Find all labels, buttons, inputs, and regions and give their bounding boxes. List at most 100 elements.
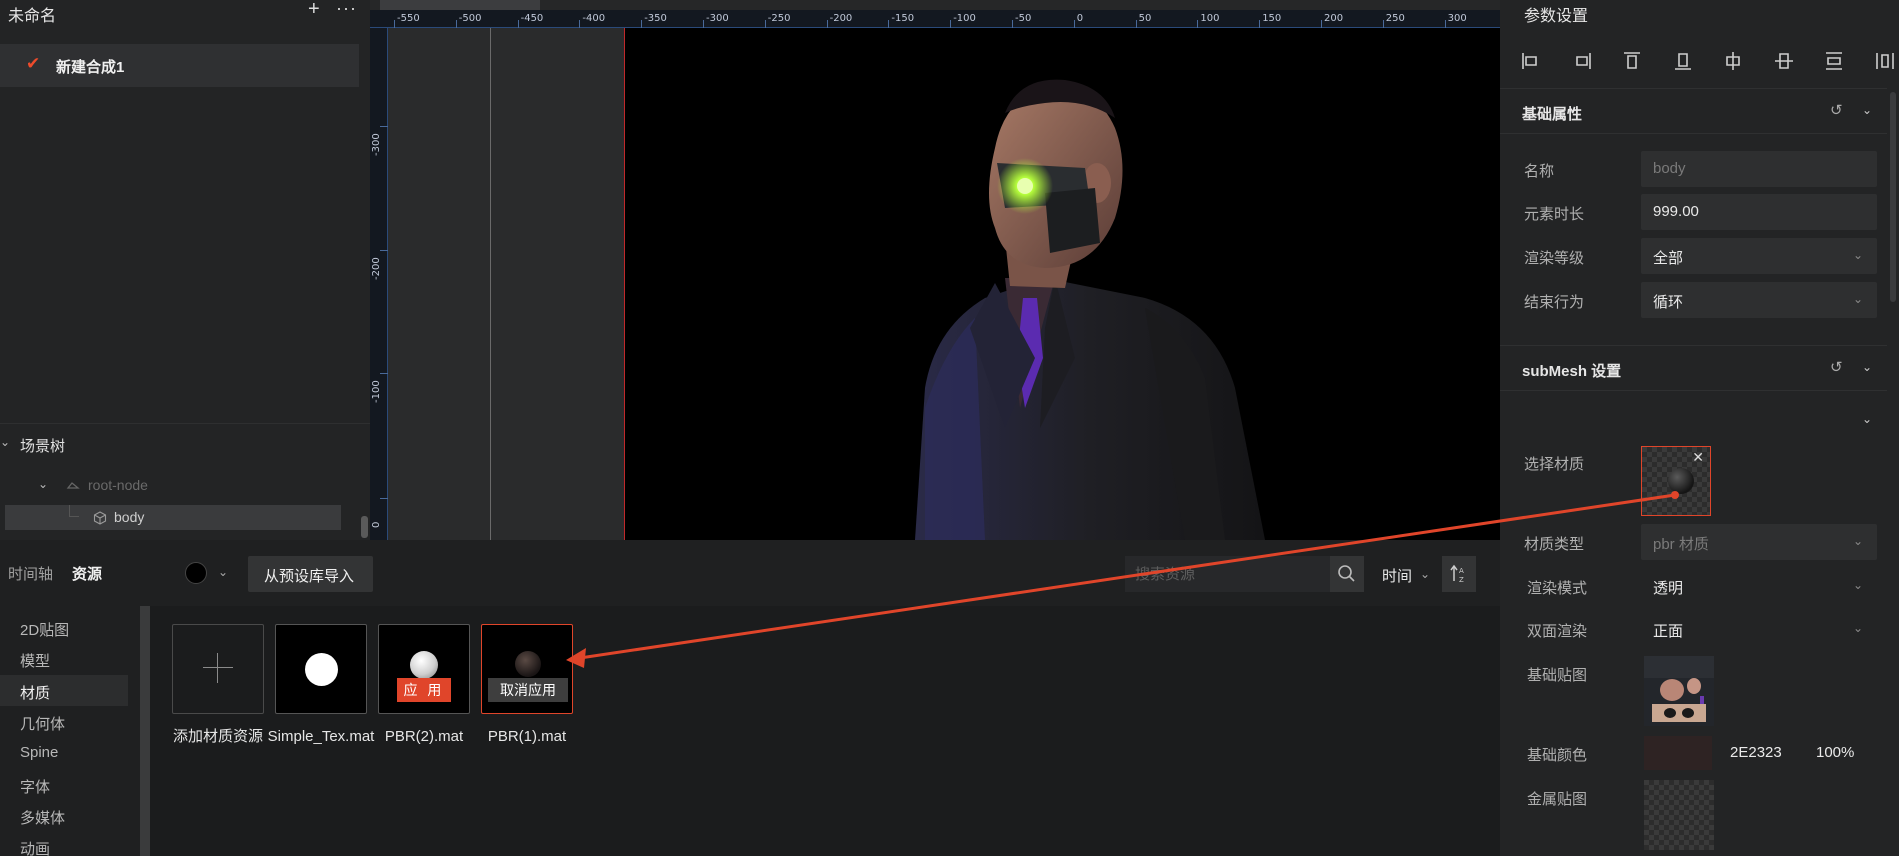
asset-thumbnail[interactable] bbox=[172, 624, 264, 714]
chevron-down-icon[interactable]: ⌄ bbox=[1862, 103, 1872, 117]
category-item[interactable]: 字体 bbox=[0, 769, 128, 800]
base-color-opacity[interactable]: 100% bbox=[1816, 744, 1854, 761]
chevron-down-icon[interactable]: ⌄ bbox=[0, 435, 10, 449]
chevron-down-icon[interactable]: ⌄ bbox=[218, 565, 228, 579]
chevron-down-icon[interactable]: ⌄ bbox=[38, 477, 48, 491]
base-color-label: 基础颜色 bbox=[1527, 747, 1588, 764]
basic-properties-header[interactable]: 基础属性 ↺ ⌄ bbox=[1500, 88, 1887, 134]
import-preset-button[interactable]: 从预设库导入 bbox=[248, 556, 373, 592]
asset-thumbnail[interactable]: 应 用 bbox=[378, 624, 470, 714]
align-bottom-icon[interactable] bbox=[1672, 50, 1694, 72]
base-color-hex[interactable]: 2E2323 bbox=[1730, 744, 1782, 761]
render-level-label: 渲染等级 bbox=[1524, 250, 1585, 267]
search-input[interactable] bbox=[1125, 556, 1330, 592]
material-sphere-icon bbox=[1668, 468, 1694, 494]
double-sided-value: 正面 bbox=[1653, 623, 1684, 640]
ruler-tick bbox=[1073, 20, 1075, 28]
asset-thumbnail[interactable]: 取消应用 bbox=[481, 624, 573, 714]
material-slot[interactable]: ✕ bbox=[1641, 446, 1711, 516]
reset-icon[interactable]: ↺ bbox=[1830, 358, 1843, 376]
category-item[interactable]: 多媒体 bbox=[0, 800, 128, 831]
distribute-horizontal-icon[interactable] bbox=[1874, 50, 1896, 72]
guide-line[interactable] bbox=[490, 28, 491, 540]
ruler-tick bbox=[1197, 20, 1199, 28]
category-label: 模型 bbox=[20, 653, 51, 671]
unapply-button[interactable]: 取消应用 bbox=[488, 678, 568, 702]
texture-image bbox=[1644, 656, 1714, 726]
add-composition-icon[interactable]: + bbox=[308, 0, 320, 21]
composition-label: 新建合成1 bbox=[56, 59, 125, 76]
chevron-down-icon[interactable]: ⌄ bbox=[1862, 360, 1872, 374]
scrollbar[interactable] bbox=[361, 516, 368, 538]
name-label: 名称 bbox=[1524, 163, 1555, 180]
render-level-select[interactable]: 全部 ⌄ bbox=[1641, 238, 1877, 274]
category-item[interactable]: 2D贴图 bbox=[0, 612, 128, 643]
category-label: 几何体 bbox=[20, 715, 66, 733]
reset-icon[interactable]: ↺ bbox=[1830, 101, 1843, 119]
name-placeholder: body bbox=[1653, 160, 1686, 177]
double-sided-select[interactable]: 正面 ⌄ bbox=[1641, 611, 1877, 647]
composition-item[interactable]: ✔ 新建合成1 bbox=[0, 44, 359, 87]
tree-node-label: root-node bbox=[88, 477, 148, 493]
align-left-icon[interactable] bbox=[1520, 50, 1542, 72]
align-horizontal-center-icon[interactable] bbox=[1722, 50, 1744, 72]
align-vertical-center-icon[interactable] bbox=[1773, 50, 1795, 72]
duration-field[interactable]: 999.00 bbox=[1641, 194, 1877, 230]
more-options-icon[interactable]: ··· bbox=[336, 0, 357, 19]
background-color-picker[interactable] bbox=[185, 562, 207, 584]
submesh-header[interactable]: subMesh 设置 ↺ ⌄ bbox=[1500, 345, 1887, 391]
scrollbar[interactable] bbox=[1890, 92, 1896, 302]
canvas-area[interactable] bbox=[388, 28, 1500, 540]
category-item[interactable]: Spine bbox=[0, 737, 128, 768]
render-stage[interactable] bbox=[624, 28, 1500, 540]
duration-value: 999.00 bbox=[1653, 203, 1699, 220]
viewport-tab[interactable] bbox=[380, 0, 540, 10]
ruler-tick bbox=[517, 20, 519, 28]
ruler-tick-label: 0 bbox=[371, 521, 382, 528]
end-behavior-select[interactable]: 循环 ⌄ bbox=[1641, 282, 1877, 318]
tree-node-root[interactable]: ⌄ root-node bbox=[0, 474, 360, 500]
section-title: 基础属性 bbox=[1522, 106, 1583, 123]
render-mode-select[interactable]: 透明 ⌄ bbox=[1641, 568, 1877, 604]
sort-select[interactable]: 时间 ⌄ bbox=[1372, 556, 1436, 592]
character-model-preview bbox=[915, 79, 1265, 540]
align-top-icon[interactable] bbox=[1621, 50, 1643, 72]
tab-assets[interactable]: 资源 bbox=[72, 563, 102, 584]
ruler-tick-label: -150 bbox=[891, 13, 915, 24]
sort-order-button[interactable]: AZ bbox=[1442, 556, 1476, 592]
chevron-down-icon[interactable]: ⌄ bbox=[1862, 412, 1872, 426]
viewport[interactable]: -550 -500 -450 -400 -350 -300 -250 -200 -150 -100… bbox=[370, 0, 1500, 540]
base-color-swatch[interactable] bbox=[1644, 736, 1712, 770]
search-button[interactable] bbox=[1330, 556, 1364, 592]
category-label: 材质 bbox=[20, 684, 51, 702]
align-right-icon[interactable] bbox=[1571, 50, 1593, 72]
check-icon: ✔ bbox=[26, 54, 41, 73]
ruler-tick-label: -450 bbox=[520, 13, 544, 24]
apply-button[interactable]: 应 用 bbox=[397, 678, 451, 702]
scene-tree-title: 场景树 bbox=[20, 438, 66, 455]
base-texture-thumbnail[interactable] bbox=[1644, 656, 1714, 726]
close-icon[interactable]: ✕ bbox=[1692, 449, 1704, 466]
material-sphere-icon bbox=[515, 651, 541, 677]
ruler-tick bbox=[1135, 20, 1137, 28]
category-label: 动画 bbox=[20, 841, 51, 856]
name-field[interactable]: body bbox=[1641, 151, 1877, 187]
distribute-vertical-icon[interactable] bbox=[1823, 50, 1845, 72]
tab-timeline[interactable]: 时间轴 bbox=[8, 563, 53, 584]
scrollbar[interactable] bbox=[140, 606, 150, 856]
category-item[interactable]: 材质 bbox=[0, 674, 128, 706]
tree-node-body[interactable]: body bbox=[5, 505, 341, 530]
scene-tree-header[interactable]: ⌄ 场景树 bbox=[0, 423, 370, 463]
category-item[interactable]: 模型 bbox=[0, 643, 128, 674]
material-type-select[interactable]: pbr 材质 ⌄ bbox=[1641, 524, 1877, 560]
render-level-value: 全部 bbox=[1653, 250, 1684, 267]
asset-thumbnail[interactable] bbox=[275, 624, 367, 714]
ruler-tick-label: -550 bbox=[397, 13, 420, 24]
category-item[interactable]: 动画 bbox=[0, 831, 128, 856]
cube-icon bbox=[93, 511, 107, 525]
ruler-tick bbox=[394, 20, 395, 28]
ruler-tick bbox=[1444, 20, 1446, 28]
ruler-tick-label: 100 bbox=[1200, 13, 1220, 24]
metal-texture-slot[interactable] bbox=[1644, 780, 1714, 850]
category-item[interactable]: 几何体 bbox=[0, 706, 128, 737]
